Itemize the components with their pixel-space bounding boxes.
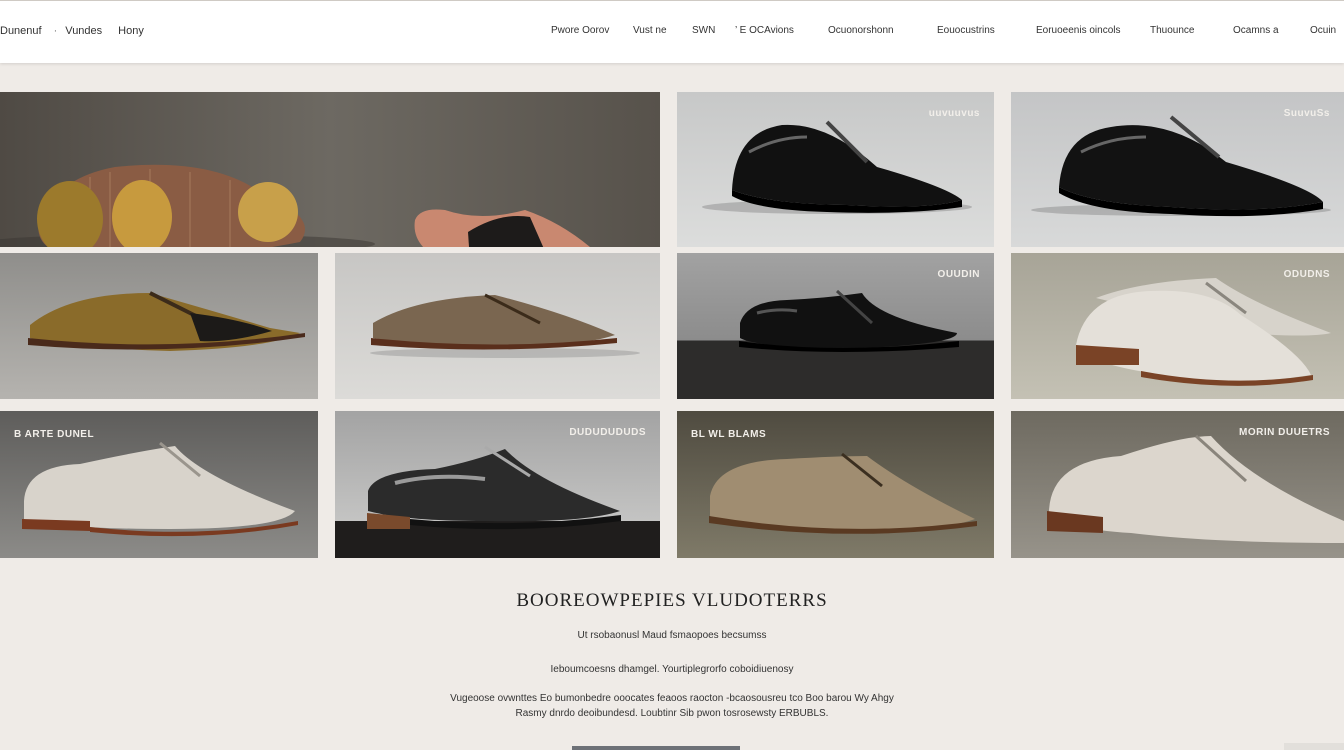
product-tag: ODUDNS: [1283, 269, 1330, 280]
product-tile-7[interactable]: ODUDNS: [1011, 253, 1344, 399]
product-tag: MORIN DUUETRS: [1239, 427, 1330, 438]
shoe-image: [28, 291, 305, 351]
product-tile-3[interactable]: SuuvuSs: [1011, 92, 1344, 247]
product-tile-10[interactable]: BL WL BLAMS: [677, 411, 994, 558]
section-title: BOOREOWPEPIES VLUDOTERRS: [516, 590, 828, 611]
product-tag: uuvuuvus: [928, 108, 980, 119]
product-tile-hero[interactable]: [0, 92, 660, 247]
section-tagline: Ieboumcoesns dhamgel. Yourtiplegrorfo co…: [550, 664, 794, 675]
paragraph-line-1: Vugeoose ovwnttes Eo bumonbedre ooocates…: [450, 693, 894, 704]
section-subtitle: Ut rsobaonusl Maud fsmaopoes becsumss: [577, 630, 767, 641]
product-tag: OUUDIN: [937, 269, 980, 280]
footer-section: BOOREOWPEPIES VLUDOTERRS Ut rsobaonusl M…: [0, 590, 1344, 750]
product-grid: uuvuuvus SuuvuSs OUUDIN ODUDNS B ARTE DU…: [0, 0, 1344, 560]
product-tile-6[interactable]: OUUDIN: [677, 253, 994, 399]
product-tag: SuuvuSs: [1283, 108, 1330, 119]
product-tag: BL WL BLAMS: [691, 429, 767, 440]
product-tile-9[interactable]: DUDUDUDUDS: [335, 411, 660, 558]
product-tag: B ARTE DUNEL: [14, 429, 95, 440]
product-tile-5[interactable]: [335, 253, 660, 399]
product-tile-4[interactable]: [0, 253, 318, 399]
paragraph-line-2: Rasmy dnrdo deoibundesd. Loubtinr Sib pw…: [515, 708, 829, 719]
corner-element: [1284, 743, 1344, 750]
product-tile-8[interactable]: B ARTE DUNEL: [0, 411, 318, 558]
cta-button-edge[interactable]: [572, 746, 740, 750]
section-paragraph: Vugeoose ovwnttes Eo bumonbedre ooocates…: [0, 691, 1344, 721]
product-tile-11[interactable]: MORIN DUUETRS: [1011, 411, 1344, 558]
product-tile-2[interactable]: uuvuuvus: [677, 92, 994, 247]
shoe-image: [370, 293, 640, 358]
shoe-image: [0, 164, 590, 247]
product-tag: DUDUDUDUDS: [569, 427, 646, 438]
